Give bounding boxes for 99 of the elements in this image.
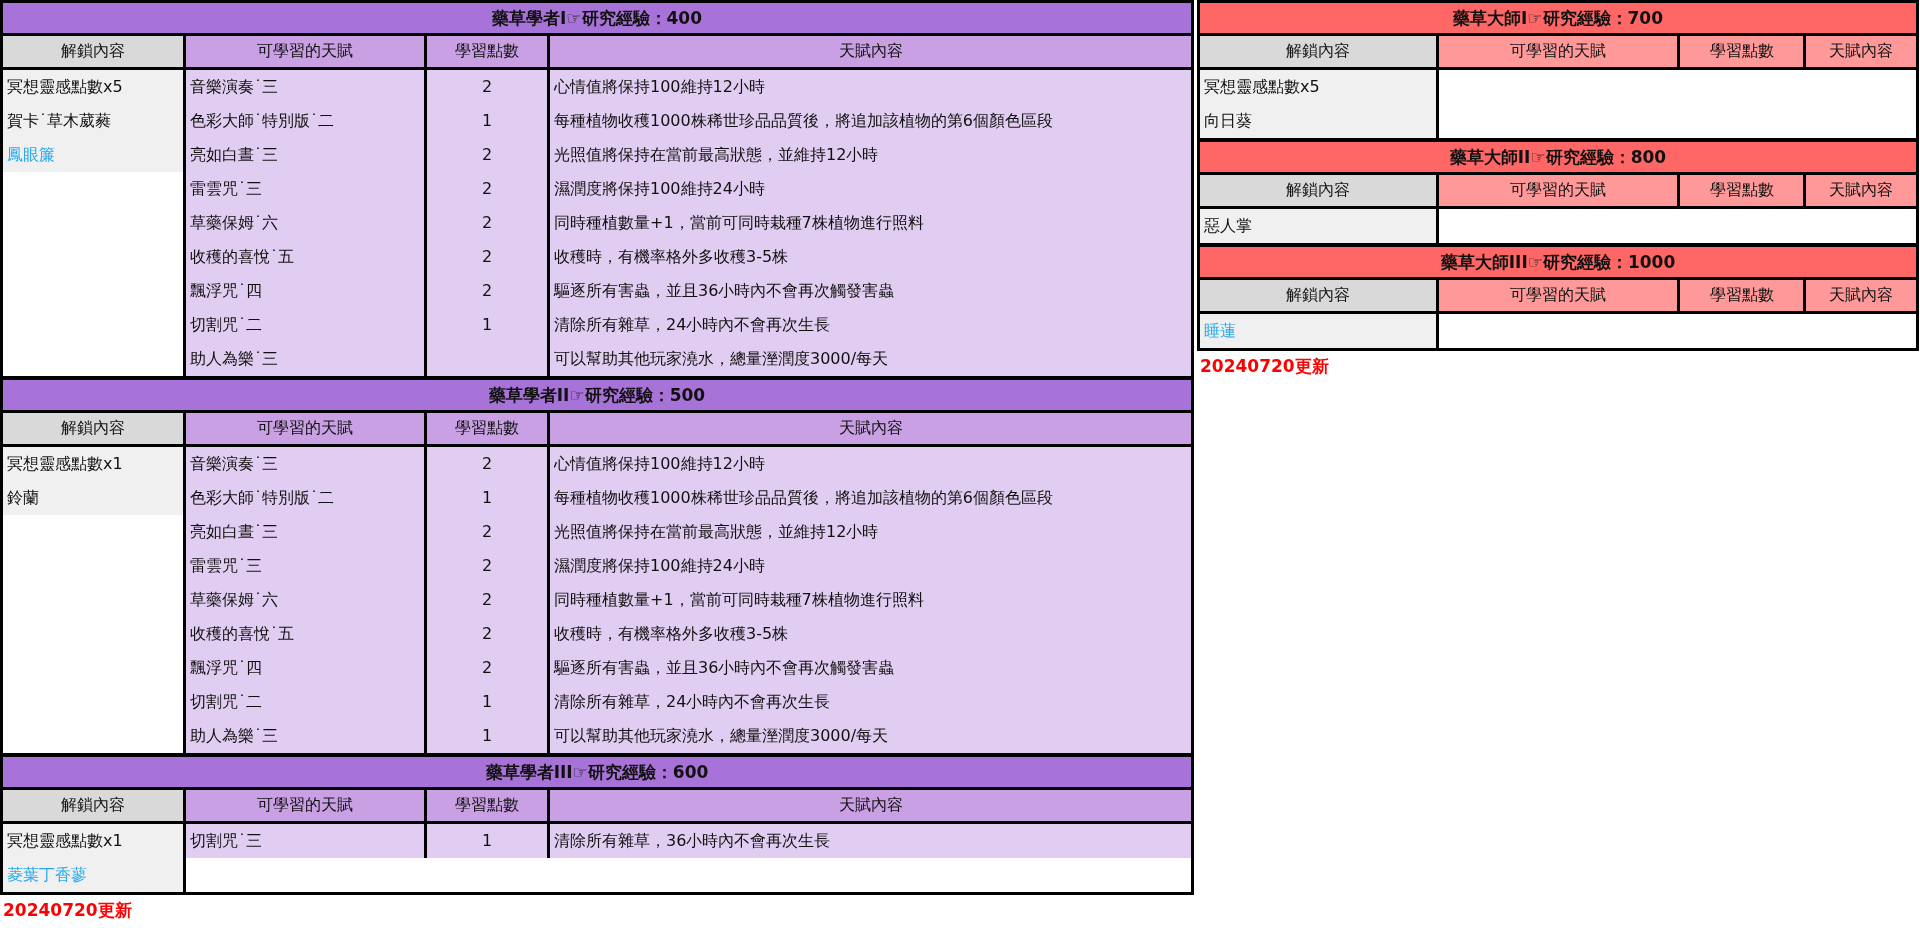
effect-cell: 同時種植數量+1，當前可同時栽種7株植物進行照料 bbox=[550, 206, 1191, 240]
column-header: 可學習的天賦 bbox=[186, 36, 424, 67]
table-title: 藥草學者III☞研究經驗：600 bbox=[3, 757, 1191, 787]
talent-name-cell: 色彩大師˙特別版˙二 bbox=[186, 481, 424, 515]
column-header: 解鎖內容 bbox=[3, 413, 183, 444]
talent-name-cell: 飄浮咒˙四 bbox=[186, 274, 424, 308]
effect-cell: 清除所有雜草，24小時內不會再次生長 bbox=[550, 685, 1191, 719]
effect-cell: 可以幫助其他玩家澆水，總量溼潤度3000/每天 bbox=[550, 342, 1191, 376]
update-note: 20240720更新 bbox=[1199, 355, 1330, 378]
unlock-cell: 向日葵 bbox=[1200, 104, 1436, 138]
unlock-cell: 睡蓮 bbox=[1200, 314, 1436, 348]
table-title: 藥草大師III☞研究經驗：1000 bbox=[1200, 247, 1916, 277]
points-cell: 2 bbox=[427, 138, 547, 172]
column-header: 可學習的天賦 bbox=[1439, 36, 1677, 67]
effect-cell: 驅逐所有害蟲，並且36小時內不會再次觸發害蟲 bbox=[550, 651, 1191, 685]
talent-name-cell: 雷雲咒˙三 bbox=[186, 549, 424, 583]
effect-cell: 驅逐所有害蟲，並且36小時內不會再次觸發害蟲 bbox=[550, 274, 1191, 308]
points-cell: 2 bbox=[427, 447, 547, 481]
points-cell: 2 bbox=[427, 172, 547, 206]
effect-cell: 清除所有雜草，36小時內不會再次生長 bbox=[550, 824, 1191, 858]
talent-name-cell: 切割咒˙二 bbox=[186, 308, 424, 342]
table-title: 藥草大師I☞研究經驗：700 bbox=[1200, 3, 1916, 33]
effect-cell: 光照值將保持在當前最高狀態，並維持12小時 bbox=[550, 515, 1191, 549]
talent-name-cell: 草藥保姆˙六 bbox=[186, 206, 424, 240]
talent-name-cell: 亮如白晝˙三 bbox=[186, 138, 424, 172]
column-header: 學習點數 bbox=[427, 413, 547, 444]
unlock-cell: 冥想靈感點數x1 bbox=[3, 447, 183, 481]
unlock-cell: 鳳眼簾 bbox=[3, 138, 183, 172]
talent-name-cell: 切割咒˙三 bbox=[186, 824, 424, 858]
unlock-cell: 冥想靈感點數x5 bbox=[1200, 70, 1436, 104]
column-header: 天賦內容 bbox=[550, 790, 1191, 821]
talent-name-cell: 飄浮咒˙四 bbox=[186, 651, 424, 685]
column-header: 解鎖內容 bbox=[1200, 280, 1436, 311]
update-note: 20240720更新 bbox=[2, 899, 133, 922]
talent-name-cell: 音樂演奏˙三 bbox=[186, 70, 424, 104]
points-cell: 1 bbox=[427, 481, 547, 515]
column-header: 可學習的天賦 bbox=[1439, 280, 1677, 311]
table-title: 藥草學者I☞研究經驗：400 bbox=[3, 3, 1191, 33]
effect-cell: 每種植物收穫1000株稀世珍品品質後，將追加該植物的第6個顏色區段 bbox=[550, 481, 1191, 515]
column-header: 學習點數 bbox=[1680, 175, 1803, 206]
effect-cell: 清除所有雜草，24小時內不會再次生長 bbox=[550, 308, 1191, 342]
unlock-cell: 冥想靈感點數x5 bbox=[3, 70, 183, 104]
effect-cell: 光照值將保持在當前最高狀態，並維持12小時 bbox=[550, 138, 1191, 172]
points-cell: 2 bbox=[427, 549, 547, 583]
effect-cell: 可以幫助其他玩家澆水，總量溼潤度3000/每天 bbox=[550, 719, 1191, 753]
points-cell: 2 bbox=[427, 274, 547, 308]
points-cell: 2 bbox=[427, 206, 547, 240]
points-cell: 2 bbox=[427, 651, 547, 685]
effect-cell: 濕潤度將保持100維持24小時 bbox=[550, 549, 1191, 583]
column-header: 天賦內容 bbox=[1806, 175, 1916, 206]
effect-cell: 同時種植數量+1，當前可同時栽種7株植物進行照料 bbox=[550, 583, 1191, 617]
table-title: 藥草學者II☞研究經驗：500 bbox=[3, 380, 1191, 410]
unlock-cell: 惡人掌 bbox=[1200, 209, 1436, 243]
points-cell: 1 bbox=[427, 719, 547, 753]
effect-cell: 收穫時，有機率格外多收穫3-5株 bbox=[550, 240, 1191, 274]
talent-name-cell: 收穫的喜悅˙五 bbox=[186, 240, 424, 274]
effect-cell: 濕潤度將保持100維持24小時 bbox=[550, 172, 1191, 206]
talent-name-cell: 收穫的喜悅˙五 bbox=[186, 617, 424, 651]
column-header: 可學習的天賦 bbox=[1439, 175, 1677, 206]
points-cell: 2 bbox=[427, 583, 547, 617]
effect-cell: 心情值將保持100維持12小時 bbox=[550, 447, 1191, 481]
talent-name-cell: 音樂演奏˙三 bbox=[186, 447, 424, 481]
points-cell: 2 bbox=[427, 240, 547, 274]
column-header: 可學習的天賦 bbox=[186, 413, 424, 444]
column-header: 學習點數 bbox=[427, 790, 547, 821]
talent-name-cell: 切割咒˙二 bbox=[186, 685, 424, 719]
column-header: 解鎖內容 bbox=[3, 790, 183, 821]
table-title: 藥草大師II☞研究經驗：800 bbox=[1200, 142, 1916, 172]
talent-name-cell: 亮如白晝˙三 bbox=[186, 515, 424, 549]
points-cell: 2 bbox=[427, 70, 547, 104]
talent-name-cell: 助人為樂˙三 bbox=[186, 719, 424, 753]
effect-cell: 每種植物收穫1000株稀世珍品品質後，將追加該植物的第6個顏色區段 bbox=[550, 104, 1191, 138]
column-header: 學習點數 bbox=[1680, 280, 1803, 311]
points-cell: 1 bbox=[427, 685, 547, 719]
column-header: 天賦內容 bbox=[550, 413, 1191, 444]
column-header: 天賦內容 bbox=[1806, 280, 1916, 311]
points-cell: 1 bbox=[427, 104, 547, 138]
column-header: 可學習的天賦 bbox=[186, 790, 424, 821]
unlock-cell: 賀卡˙草木葳蕤 bbox=[3, 104, 183, 138]
points-cell: 1 bbox=[427, 308, 547, 342]
column-header: 天賦內容 bbox=[550, 36, 1191, 67]
unlock-cell: 冥想靈感點數x1 bbox=[3, 824, 183, 858]
points-cell: 2 bbox=[427, 515, 547, 549]
unlock-cell: 菱葉丁香蓼 bbox=[3, 858, 183, 892]
talent-name-cell: 草藥保姆˙六 bbox=[186, 583, 424, 617]
unlock-cell: 鈴蘭 bbox=[3, 481, 183, 515]
effect-cell: 心情值將保持100維持12小時 bbox=[550, 70, 1191, 104]
points-cell: 2 bbox=[427, 617, 547, 651]
talent-name-cell: 雷雲咒˙三 bbox=[186, 172, 424, 206]
points-cell: 1 bbox=[427, 824, 547, 858]
column-header: 學習點數 bbox=[1680, 36, 1803, 67]
column-header: 解鎖內容 bbox=[1200, 175, 1436, 206]
column-header: 解鎖內容 bbox=[3, 36, 183, 67]
column-header: 解鎖內容 bbox=[1200, 36, 1436, 67]
talent-name-cell: 助人為樂˙三 bbox=[186, 342, 424, 376]
talent-name-cell: 色彩大師˙特別版˙二 bbox=[186, 104, 424, 138]
column-header: 學習點數 bbox=[427, 36, 547, 67]
column-header: 天賦內容 bbox=[1806, 36, 1916, 67]
effect-cell: 收穫時，有機率格外多收穫3-5株 bbox=[550, 617, 1191, 651]
